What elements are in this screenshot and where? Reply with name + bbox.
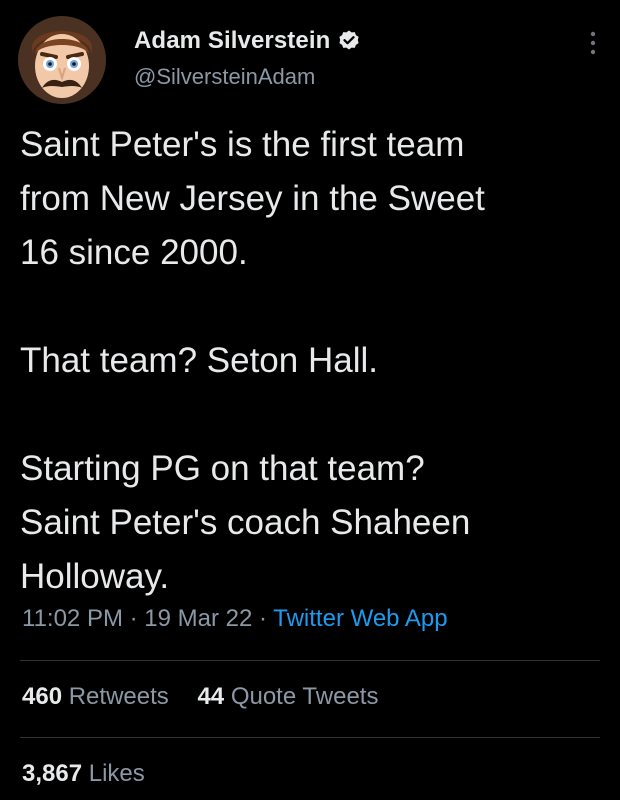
retweets-stat[interactable]: 460 Retweets <box>22 683 169 710</box>
tweet-paragraph: Saint Peter's is the first team from New… <box>20 125 485 272</box>
likes-label: Likes <box>88 760 145 787</box>
retweets-count: 460 <box>22 683 63 710</box>
divider <box>20 660 600 661</box>
tweet-date[interactable]: 19 Mar 22 <box>144 605 252 632</box>
meta-separator: · <box>259 605 268 632</box>
more-options-icon[interactable] <box>586 28 600 58</box>
quote-tweets-count: 44 <box>197 683 225 710</box>
user-handle[interactable]: @SilversteinAdam <box>134 64 361 90</box>
tweet-meta: 11:02 PM · 19 Mar 22 · Twitter Web App <box>22 605 448 633</box>
tweet-header: Adam Silverstein @SilversteinAdam <box>18 16 602 108</box>
tweet-source-link[interactable]: Twitter Web App <box>273 605 447 632</box>
name-row: Adam Silverstein <box>134 26 361 56</box>
likes-stat[interactable]: 3,867 Likes <box>22 760 145 788</box>
engagement-stats: 460 Retweets 44 Quote Tweets <box>22 683 400 711</box>
likes-count: 3,867 <box>22 760 83 787</box>
quote-tweets-label: Quote Tweets <box>230 683 379 710</box>
tweet-text: Saint Peter's is the first team from New… <box>20 118 605 604</box>
quote-tweets-stat[interactable]: 44 Quote Tweets <box>197 683 378 710</box>
tweet-time[interactable]: 11:02 PM <box>22 605 123 632</box>
divider <box>20 737 600 738</box>
meta-separator: · <box>129 605 138 632</box>
tweet-paragraph: That team? Seton Hall. <box>20 341 378 380</box>
display-name[interactable]: Adam Silverstein <box>134 27 330 55</box>
cartoon-mustache-man-avatar-icon <box>18 16 106 104</box>
avatar[interactable] <box>18 16 106 104</box>
retweets-label: Retweets <box>68 683 169 710</box>
tweet-paragraph: Starting PG on that team? Saint Peter's … <box>20 449 471 596</box>
verified-badge-icon <box>337 29 361 53</box>
author-block: Adam Silverstein @SilversteinAdam <box>134 26 361 90</box>
